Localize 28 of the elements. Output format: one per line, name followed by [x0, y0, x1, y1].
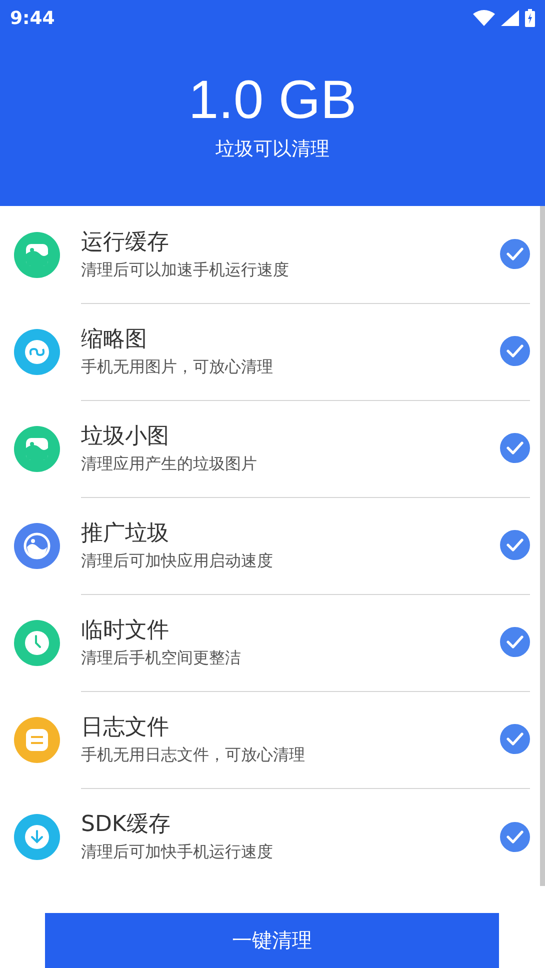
checkbox[interactable] — [500, 627, 530, 657]
checkbox[interactable] — [500, 822, 530, 852]
item-title: 运行缓存 — [81, 228, 170, 256]
item-subtitle: 手机无用图片，可放心清理 — [81, 356, 274, 378]
signal-icon — [501, 10, 519, 26]
battery-icon — [525, 9, 535, 27]
checkbox[interactable] — [500, 433, 530, 463]
item-title: 推广垃圾 — [81, 520, 170, 548]
item-subtitle: 清理后可加快手机运行速度 — [81, 842, 274, 863]
item-title: 临时文件 — [81, 616, 170, 644]
wifi-icon — [473, 10, 495, 26]
item-title: 日志文件 — [81, 714, 170, 742]
checkbox[interactable] — [500, 724, 530, 754]
item-subtitle: 清理后可以加速手机运行速度 — [81, 260, 290, 280]
checkbox[interactable] — [500, 239, 530, 269]
junk-size: 1.0 GB — [188, 70, 357, 130]
item-subtitle: 清理应用产生的垃圾图片 — [81, 454, 258, 474]
checkbox[interactable] — [500, 530, 530, 560]
item-title: SDK缓存 — [81, 811, 172, 839]
item-title: 缩略图 — [81, 326, 148, 354]
status-time: 9:44 — [10, 8, 55, 28]
item-subtitle: 清理后可加快应用启动速度 — [81, 550, 274, 572]
item-subtitle: 清理后手机空间更整洁 — [81, 648, 242, 668]
junk-caption: 垃圾可以清理 — [216, 137, 330, 162]
item-title: 垃圾小图 — [81, 422, 170, 450]
item-subtitle: 手机无用日志文件，可放心清理 — [81, 744, 306, 766]
checkbox[interactable] — [500, 336, 530, 366]
clean-button[interactable]: 一键清理 — [45, 913, 499, 968]
